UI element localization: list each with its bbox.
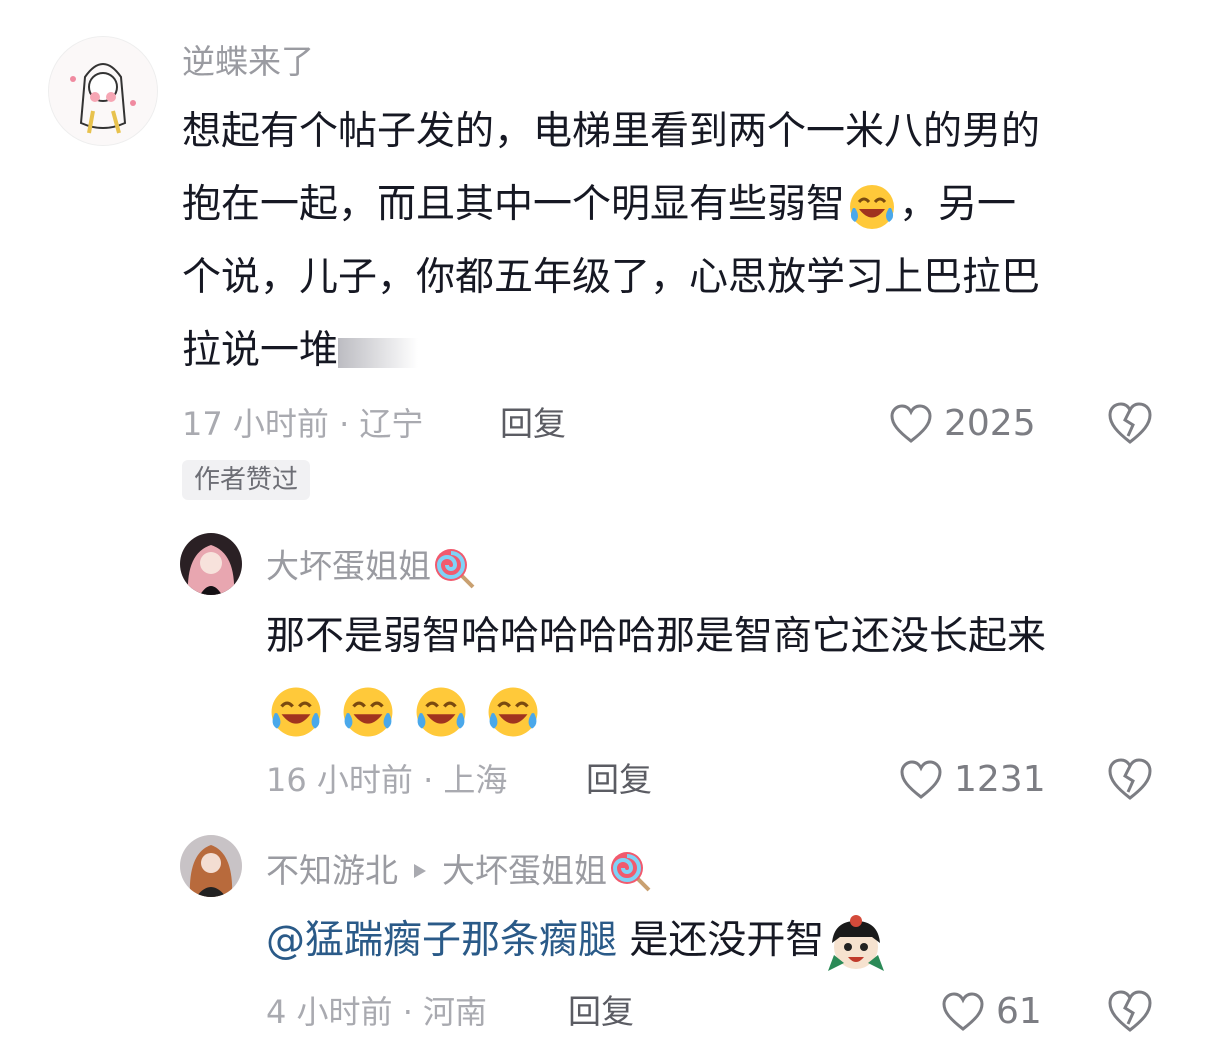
heart-icon xyxy=(900,760,942,799)
broken-heart-icon[interactable] xyxy=(1106,400,1154,446)
avatar[interactable] xyxy=(48,36,158,146)
reply-header: 不知游北 大坏蛋姐姐 xyxy=(266,848,653,894)
laugh-cry-emoji xyxy=(488,687,538,736)
emoji-row xyxy=(266,673,1166,749)
like-button[interactable]: 2025 xyxy=(888,402,1036,446)
like-count: 61 xyxy=(996,991,1042,1032)
username-text: 大坏蛋姐姐 xyxy=(266,546,431,586)
username[interactable]: 大坏蛋姐姐 xyxy=(266,545,477,591)
reply-button[interactable]: 回复 xyxy=(586,760,652,800)
comment-line: 拉说一堆 xyxy=(182,314,1172,387)
reply-button[interactable]: 回复 xyxy=(568,992,634,1032)
character-emoji xyxy=(828,914,885,971)
comment-line: 那不是弱智哈哈哈哈哈那是智商它还没长起来 xyxy=(266,614,1047,659)
comment-line: 想起有个帖子发的，电梯里看到两个一米八的男的 xyxy=(182,109,1041,154)
username[interactable]: 不知游北 xyxy=(266,851,398,891)
broken-heart-icon[interactable] xyxy=(1106,988,1154,1034)
broken-heart-icon[interactable] xyxy=(1106,756,1154,802)
heart-icon xyxy=(890,404,932,443)
author-liked-badge: 作者赞过 xyxy=(182,460,311,500)
comment-body: 是还没开智 xyxy=(617,918,825,963)
laugh-cry-emoji xyxy=(416,687,466,736)
laugh-cry-emoji xyxy=(343,687,393,736)
like-count: 2025 xyxy=(944,403,1036,444)
time-location: 4 小时前 · 河南 xyxy=(266,993,488,1031)
laugh-cry-emoji xyxy=(850,184,895,229)
avatar[interactable] xyxy=(180,835,242,897)
username[interactable]: 逆蝶来了 xyxy=(182,42,314,82)
time-location: 17 小时前 · 辽宁 xyxy=(182,405,424,443)
comment-text: @猛踹瘸子那条瘸腿 是还没开智 xyxy=(266,904,1166,977)
reply-to-username[interactable]: 大坏蛋姐姐 xyxy=(442,851,607,891)
laugh-cry-emoji xyxy=(271,687,321,736)
heart-icon xyxy=(942,992,984,1031)
like-count: 1231 xyxy=(954,759,1046,800)
comment-text: 想起有个帖子发的，电梯里看到两个一米八的男的 抱在一起，而且其中一个明显有些弱智… xyxy=(182,95,1172,387)
play-arrow-icon xyxy=(414,864,426,878)
lollipop-emoji xyxy=(435,549,475,589)
like-button[interactable]: 1231 xyxy=(898,758,1046,802)
avatar[interactable] xyxy=(180,533,242,595)
time-location: 16 小时前 · 上海 xyxy=(266,761,508,799)
like-button[interactable]: 61 xyxy=(940,990,1042,1034)
comment-line: 抱在一起，而且其中一个明显有些弱智 ，另一 xyxy=(182,168,1172,241)
comment-text: 那不是弱智哈哈哈哈哈那是智商它还没长起来 xyxy=(266,600,1166,749)
reply-button[interactable]: 回复 xyxy=(500,404,566,444)
mention-link[interactable]: @猛踹瘸子那条瘸腿 xyxy=(266,918,617,963)
comment-line: 个说，儿子，你都五年级了，心思放学习上巴拉巴 xyxy=(182,255,1041,300)
text-fade xyxy=(338,337,419,368)
lollipop-emoji xyxy=(611,852,651,892)
